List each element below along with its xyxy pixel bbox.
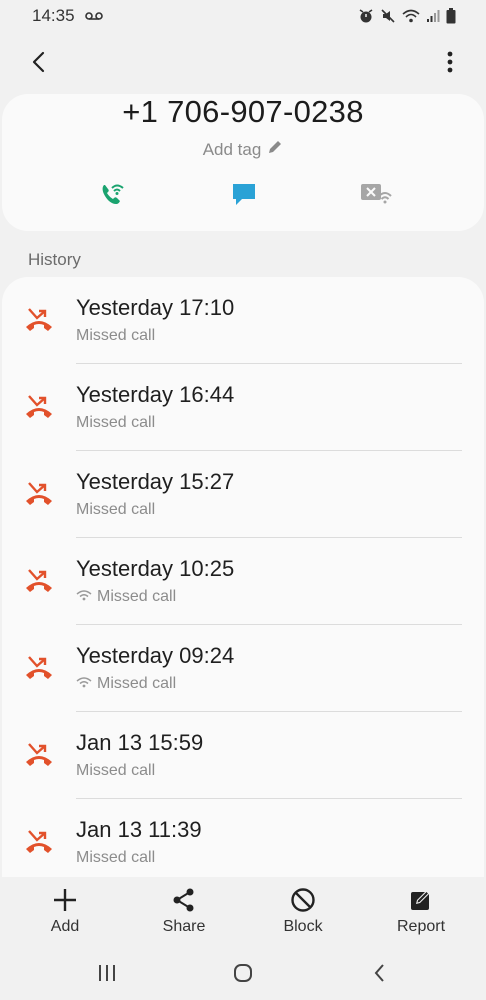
call-type: Missed call <box>76 588 176 606</box>
history-list: Yesterday 17:10 Missed call Yesterday 16:4… <box>2 277 484 877</box>
call-type-label: Missed call <box>97 588 177 605</box>
history-item[interactable]: Yesterday 16:44 Missed call <box>2 364 484 451</box>
message-icon[interactable] <box>224 176 264 212</box>
call-time: Jan 13 15:59 <box>76 730 204 755</box>
navigation-bar <box>0 948 486 1000</box>
call-type-label: Missed call <box>76 414 156 431</box>
call-time: Yesterday 09:24 <box>76 643 235 668</box>
phone-number: +1 706-907-0238 <box>122 94 364 129</box>
call-type: Missed call <box>76 675 176 693</box>
report-icon <box>409 884 433 916</box>
call-type-label: Missed call <box>76 849 156 866</box>
wifi-icon <box>402 9 420 23</box>
missed-call-icon <box>24 479 54 509</box>
app-bar <box>0 40 486 84</box>
wifi-call-icon[interactable] <box>92 176 132 212</box>
call-type-label: Missed call <box>76 327 156 344</box>
wifi-call-small-icon <box>76 588 92 606</box>
call-type: Missed call <box>76 327 155 345</box>
call-type: Missed call <box>76 849 155 867</box>
missed-call-icon <box>24 827 54 857</box>
missed-call-icon <box>24 653 54 683</box>
contact-card: +1 706-907-0238 Add tag <box>2 94 484 231</box>
video-call-icon[interactable] <box>356 176 396 212</box>
add-button[interactable]: Add <box>20 884 110 940</box>
voicemail-icon <box>84 6 103 26</box>
history-item[interactable]: Yesterday 15:27 Missed call <box>2 451 484 538</box>
history-item[interactable]: Jan 13 11:39 Missed call <box>2 799 484 877</box>
call-time: Jan 13 11:39 <box>76 817 202 842</box>
add-tag-button[interactable]: Add tag <box>2 139 484 160</box>
mute-icon <box>380 8 396 24</box>
status-bar: 14:35 <box>0 0 486 32</box>
recents-icon[interactable] <box>92 960 122 986</box>
status-time: 14:35 <box>32 6 75 25</box>
history-item[interactable]: Yesterday 17:10 Missed call <box>2 277 484 364</box>
history-title: History <box>28 250 81 269</box>
block-label: Block <box>283 918 323 935</box>
call-time: Yesterday 10:25 <box>76 556 235 581</box>
call-time: Yesterday 15:27 <box>76 469 235 494</box>
more-vert-icon[interactable] <box>440 48 460 76</box>
history-item[interactable]: Jan 13 15:59 Missed call <box>2 712 484 799</box>
back-arrow-icon[interactable] <box>24 48 52 76</box>
plus-icon <box>52 884 78 916</box>
missed-call-icon <box>24 566 54 596</box>
add-tag-label: Add tag <box>202 139 262 159</box>
block-icon <box>290 884 316 916</box>
battery-icon <box>446 8 456 24</box>
history-item[interactable]: Yesterday 10:25 Missed call <box>2 538 484 625</box>
pencil-icon <box>267 139 283 160</box>
missed-call-icon <box>24 392 54 422</box>
add-label: Add <box>50 918 80 935</box>
nav-back-icon[interactable] <box>364 960 394 986</box>
report-button[interactable]: Report <box>376 884 466 940</box>
wifi-call-small-icon <box>76 675 92 693</box>
block-button[interactable]: Block <box>258 884 348 940</box>
share-button[interactable]: Share <box>139 884 229 940</box>
share-icon <box>172 884 196 916</box>
call-type-label: Missed call <box>76 762 156 779</box>
share-label: Share <box>162 918 206 935</box>
bottom-toolbar: Add Share Block Report <box>0 880 486 942</box>
contact-actions <box>2 176 484 216</box>
call-type-label: Missed call <box>97 675 177 692</box>
missed-call-icon <box>24 305 54 335</box>
missed-call-icon <box>24 740 54 770</box>
home-icon[interactable] <box>228 960 258 986</box>
call-type: Missed call <box>76 501 155 519</box>
history-item[interactable]: Yesterday 09:24 Missed call <box>2 625 484 712</box>
call-type: Missed call <box>76 414 155 432</box>
call-time: Yesterday 16:44 <box>76 382 235 407</box>
call-type: Missed call <box>76 762 155 780</box>
call-time: Yesterday 17:10 <box>76 295 235 320</box>
call-type-label: Missed call <box>76 501 156 518</box>
report-label: Report <box>396 918 446 935</box>
alarm-icon <box>358 8 374 24</box>
signal-icon <box>426 9 440 23</box>
